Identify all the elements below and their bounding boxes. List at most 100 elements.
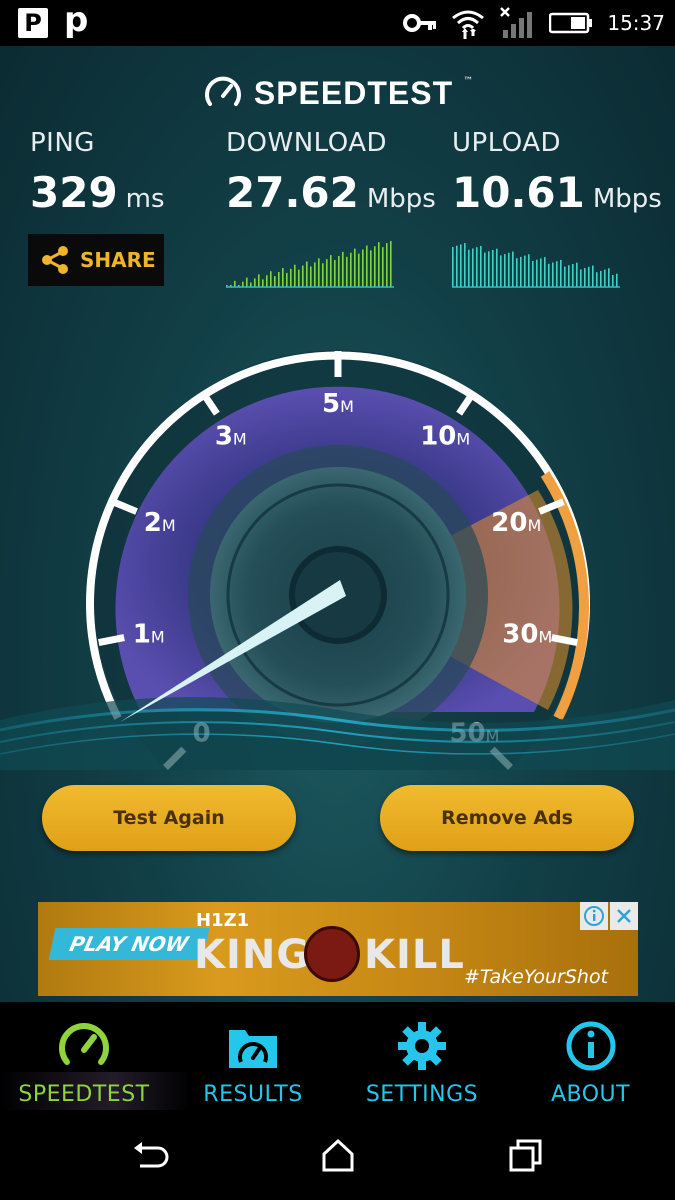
tab-speedtest[interactable]: SPEEDTEST <box>0 1002 168 1110</box>
graph-bar <box>266 275 268 287</box>
graph-bar <box>460 244 462 287</box>
download-unit: Mbps <box>366 184 436 214</box>
tab-results[interactable]: RESULTS <box>168 1002 338 1110</box>
ping-unit: ms <box>125 184 165 214</box>
graph-bar <box>362 249 364 287</box>
graph-bar <box>556 261 558 287</box>
graph-bar <box>322 263 324 287</box>
graph-bar <box>342 251 344 287</box>
speedometer-icon <box>59 1023 109 1065</box>
graph-bar <box>508 252 510 287</box>
speed-gauge: 01M2M3M5M10M20M30M50M <box>0 350 675 770</box>
ad-brand: H1Z1 <box>196 910 250 931</box>
gauge-tick <box>551 634 578 647</box>
graph-bar <box>596 272 598 287</box>
graph-bar <box>258 274 260 287</box>
share-button[interactable]: SHARE <box>28 234 164 286</box>
graph-bar <box>374 246 376 287</box>
graph-bar <box>492 250 494 287</box>
graph-bar <box>290 268 292 287</box>
upload-graph <box>452 243 620 288</box>
share-icon <box>42 246 68 274</box>
download-graph <box>226 241 394 288</box>
graph-bar <box>536 259 538 287</box>
tab-settings-label: SETTINGS <box>365 1082 479 1107</box>
graph-bar <box>608 268 610 287</box>
upload-stat: UPLOAD 10.61 Mbps <box>452 128 662 217</box>
ad-title-left: KING <box>194 932 311 978</box>
graph-bar <box>524 255 526 287</box>
graph-bar <box>468 249 470 287</box>
graph-bar <box>306 261 308 287</box>
upload-label: UPLOAD <box>452 128 562 158</box>
logo-trademark: ™ <box>463 76 474 87</box>
close-icon <box>617 909 631 923</box>
upload-unit: Mbps <box>592 184 662 214</box>
graph-bar <box>572 264 574 287</box>
speedtest-logo: SPEEDTEST ™ <box>0 70 675 116</box>
graph-bar <box>616 273 618 287</box>
graph-bar <box>350 252 352 287</box>
graph-bar <box>520 256 522 287</box>
graph-bar <box>282 267 284 287</box>
graph-bar <box>390 241 392 287</box>
graph-bar <box>302 265 304 287</box>
notification-p-lower-icon: p <box>64 0 89 40</box>
download-value-row: 27.62 Mbps <box>226 168 436 217</box>
system-nav-bar <box>0 1110 675 1200</box>
graph-bar <box>278 272 280 287</box>
graph-bar <box>576 262 578 287</box>
status-bar: P p 15:37 <box>0 0 675 46</box>
graph-bar <box>484 252 486 287</box>
bottom-tab-bar: SPEEDTEST RESULTS SETTINGS ABOUT <box>0 1002 675 1110</box>
tab-about[interactable]: ABOUT <box>506 1002 675 1110</box>
graph-bar <box>496 248 498 287</box>
tab-speedtest-label: SPEEDTEST <box>18 1082 150 1107</box>
ping-value: 329 <box>30 168 118 217</box>
graph-bar <box>564 266 566 287</box>
recents-icon[interactable] <box>506 1136 546 1176</box>
ad-play-now[interactable]: PLAY NOW <box>48 928 210 960</box>
gear-icon <box>398 1022 446 1070</box>
download-label: DOWNLOAD <box>226 128 388 158</box>
graph-bar <box>476 247 478 287</box>
info-icon <box>584 906 604 926</box>
folder-gauge-icon <box>229 1030 277 1068</box>
graph-bar <box>568 265 570 287</box>
graph-bar <box>584 268 586 287</box>
remove-ads-button[interactable]: Remove Ads <box>380 785 634 851</box>
battery-icon <box>549 12 593 34</box>
ping-value-row: 329 ms <box>30 168 165 217</box>
share-label: SHARE <box>80 248 156 272</box>
ad-banner[interactable]: PLAY NOW H1Z1 KING KILL #TakeYourShot <box>38 902 638 996</box>
graph-bar <box>298 269 300 287</box>
test-again-button[interactable]: Test Again <box>42 785 296 851</box>
ping-stat: PING 329 ms <box>30 128 165 217</box>
graph-bar <box>334 260 336 287</box>
key-icon <box>403 14 437 32</box>
graph-bar <box>504 254 506 287</box>
graph-bar <box>552 262 554 287</box>
download-value: 27.62 <box>226 168 359 217</box>
graph-bar <box>378 242 380 287</box>
tab-about-label: ABOUT <box>550 1082 631 1107</box>
graph-bar <box>592 265 594 287</box>
tab-settings[interactable]: SETTINGS <box>338 1002 506 1110</box>
graph-bar <box>528 254 530 287</box>
graph-bar <box>512 251 514 287</box>
graph-bar <box>318 258 320 287</box>
upload-value: 10.61 <box>452 168 585 217</box>
home-icon[interactable] <box>318 1136 358 1176</box>
status-icons: 15:37 <box>403 6 665 40</box>
ad-close-button[interactable] <box>610 902 638 930</box>
ad-hashtag: #TakeYourShot <box>464 966 609 988</box>
back-icon[interactable] <box>130 1136 170 1176</box>
ad-info-button[interactable] <box>580 902 608 930</box>
graph-bar <box>286 272 288 287</box>
graph-bar <box>338 255 340 287</box>
graph-bar <box>604 269 606 287</box>
wifi-icon <box>452 10 485 39</box>
graph-bar <box>366 245 368 287</box>
graph-bar <box>330 255 332 287</box>
graph-bar <box>500 255 502 287</box>
